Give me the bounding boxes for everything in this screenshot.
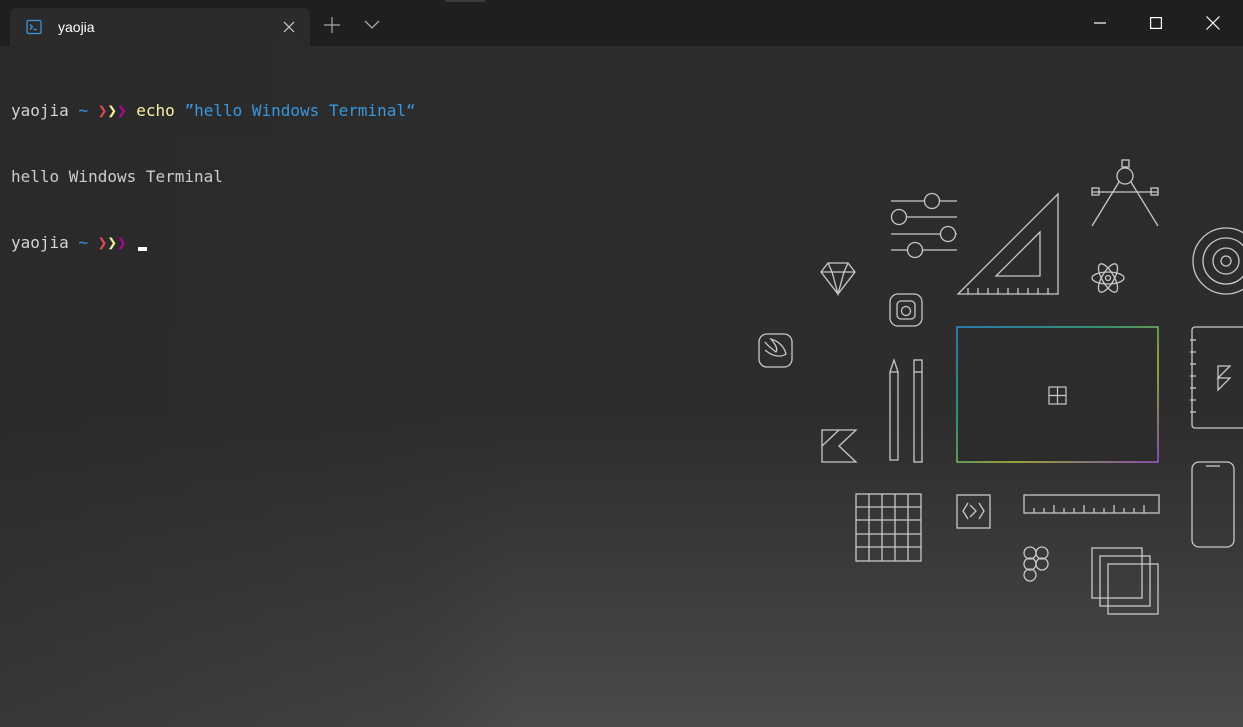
sliders-icon (890, 192, 957, 259)
target-icon (1192, 227, 1243, 295)
maximize-button[interactable] (1128, 0, 1184, 46)
tab-title: yaojia (58, 19, 95, 35)
figma-icon (1023, 546, 1049, 582)
tab-yaojia[interactable]: yaojia (10, 8, 310, 46)
instagram-icon (889, 293, 923, 327)
title-bar[interactable]: yaojia (0, 0, 1243, 46)
set-square-icon (956, 192, 1059, 295)
pen-icon (913, 359, 923, 463)
layers-icon (1091, 547, 1159, 615)
phone-icon (1191, 461, 1235, 548)
maximize-icon (1150, 17, 1162, 29)
surface-screen-icon (956, 326, 1159, 463)
plus-icon (324, 17, 340, 33)
drag-handle (445, 0, 485, 2)
kotlin-icon (821, 429, 858, 463)
chevron-down-icon (364, 20, 380, 29)
code-brackets-icon (956, 494, 991, 529)
gem-icon (820, 262, 856, 297)
tab-dropdown-button[interactable] (354, 8, 390, 42)
close-icon (283, 21, 295, 33)
pencil-icon (889, 357, 899, 461)
tab-close-button[interactable] (280, 18, 298, 36)
grid-icon (855, 493, 922, 562)
minimize-icon (1094, 22, 1106, 24)
compass-icon (1091, 159, 1159, 227)
close-icon (1206, 16, 1220, 30)
terminal-icon (26, 18, 44, 36)
framer-icon (1190, 326, 1243, 429)
swift-icon (758, 333, 793, 368)
new-tab-button[interactable] (314, 8, 350, 42)
react-atom-icon (1091, 263, 1125, 293)
background-art (758, 159, 1243, 615)
close-button[interactable] (1185, 0, 1241, 46)
ruler-icon (1023, 494, 1160, 514)
minimize-button[interactable] (1072, 0, 1128, 46)
